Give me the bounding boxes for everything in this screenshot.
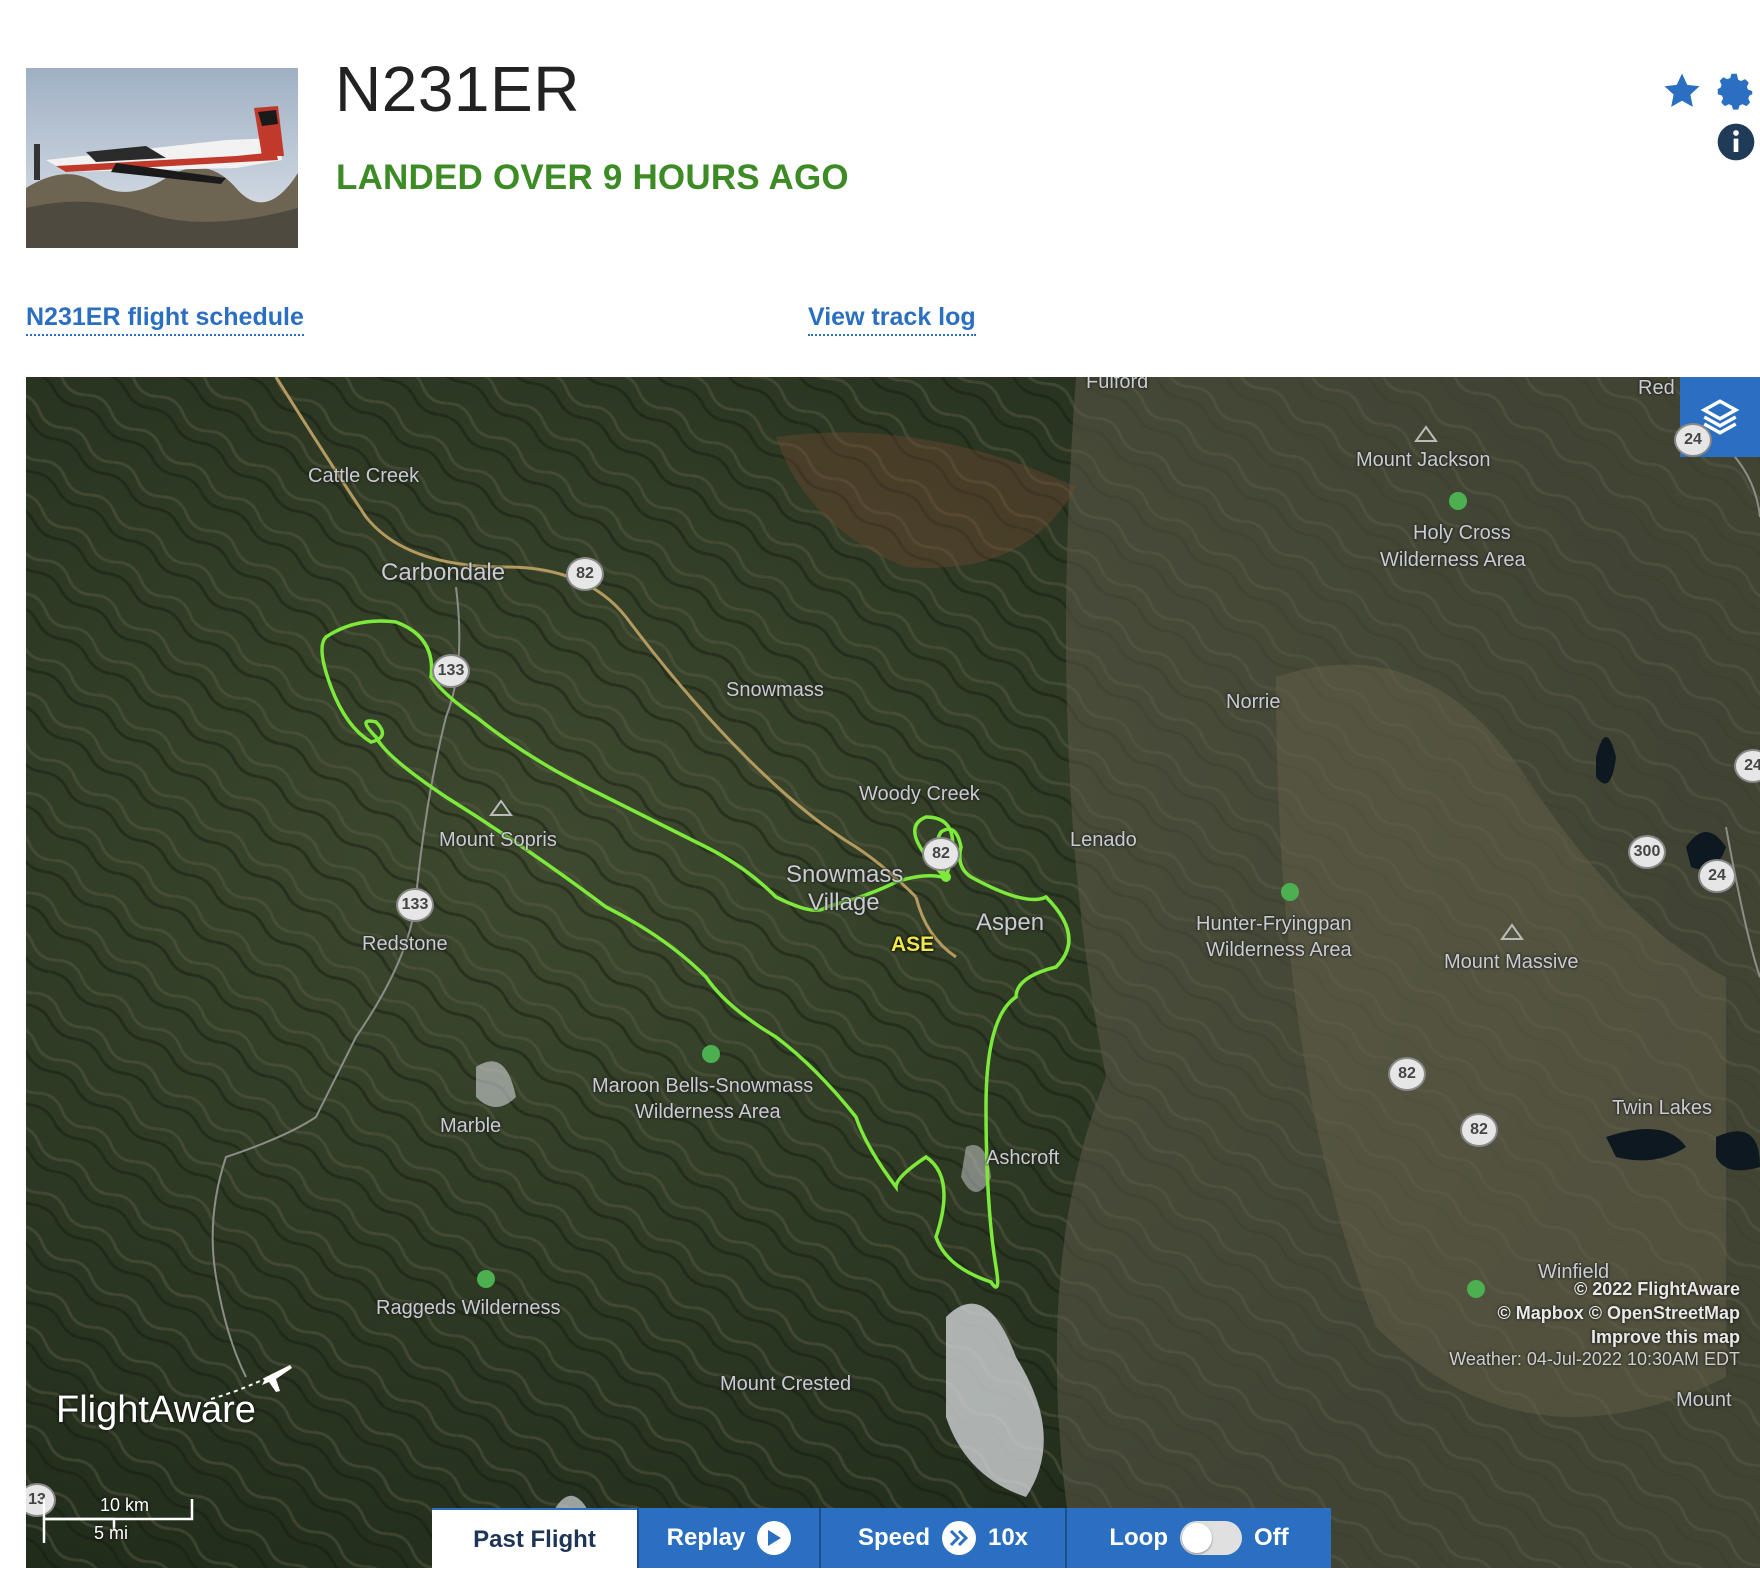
route-shield: 82 <box>1388 1057 1426 1091</box>
map-label: Cattle Creek <box>308 465 420 487</box>
track-log-link[interactable]: View track log <box>808 303 976 336</box>
past-flight-tab[interactable]: Past Flight <box>432 1508 637 1570</box>
improve-map-link[interactable]: Improve this map <box>1591 1327 1740 1348</box>
map-label: Aspen <box>976 909 1045 936</box>
map-label: Village <box>808 889 880 916</box>
map-label: Fulford <box>1086 377 1149 393</box>
play-icon <box>757 1521 792 1555</box>
map-scale: 10 km 5 mi <box>42 1485 212 1545</box>
fast-forward-icon <box>941 1521 976 1555</box>
map-label: Mount Massive <box>1444 951 1579 973</box>
flight-map[interactable]: Fulford Red Mount Jackson Holy Cross Wil… <box>26 377 1760 1568</box>
map-label: Norrie <box>1226 691 1281 713</box>
toggle-switch[interactable] <box>1179 1521 1242 1555</box>
star-icon[interactable] <box>1660 70 1704 112</box>
map-label: Mount Crested <box>720 1373 852 1395</box>
scale-km: 10 km <box>100 1495 150 1515</box>
flight-schedule-link[interactable]: N231ER flight schedule <box>26 303 304 336</box>
map-label: Twin Lakes <box>1612 1097 1713 1119</box>
map-label: Lenado <box>1070 829 1137 851</box>
speed-value: 10x <box>987 1524 1029 1551</box>
route-shield: 24 <box>1698 859 1736 893</box>
airport-marker <box>941 872 951 882</box>
route-shield: 300 <box>1628 835 1666 869</box>
map-label: Wilderness Area <box>635 1101 781 1123</box>
map-label: Woody Creek <box>859 783 980 805</box>
loop-toggle[interactable]: Loop Off <box>1065 1508 1331 1568</box>
route-shield: 82 <box>922 837 960 871</box>
info-icon[interactable] <box>1716 122 1756 162</box>
map-label: Maroon Bells-Snowmass <box>592 1075 814 1097</box>
map-label: Mount Jackson <box>1356 449 1491 471</box>
route-shield: 82 <box>1460 1113 1498 1147</box>
map-label: Snowmass <box>786 861 904 888</box>
aircraft-image <box>26 68 298 248</box>
speed-label: Speed <box>857 1524 930 1551</box>
page-title: N231ER <box>335 53 580 125</box>
header-actions <box>1650 64 1760 174</box>
flightaware-logo: FlightAware <box>56 1365 292 1432</box>
map-label: Mount Sopris <box>439 829 557 851</box>
map-label: Hunter-Fryingpan <box>1196 913 1352 935</box>
flight-status: LANDED OVER 9 HOURS AGO <box>336 158 849 197</box>
speed-button[interactable]: Speed 10x <box>819 1508 1065 1568</box>
aircraft-photo[interactable] <box>26 68 298 248</box>
map-label: Wilderness Area <box>1206 939 1352 961</box>
route-shield: 24 <box>1674 423 1712 457</box>
airport-label: ASE <box>891 933 935 956</box>
gear-icon[interactable] <box>1712 68 1758 114</box>
replay-label: Replay <box>666 1524 746 1551</box>
replay-button[interactable]: Replay <box>637 1508 819 1568</box>
map-label: Mount <box>1676 1389 1732 1411</box>
route-shield: 133 <box>396 888 434 922</box>
route-shield: 133 <box>432 654 470 688</box>
loop-value: Off <box>1253 1524 1289 1551</box>
map-label: Red <box>1638 377 1675 399</box>
map-label: Ashcroft <box>986 1147 1060 1169</box>
map-label: Holy Cross <box>1413 522 1511 544</box>
map-label: Wilderness Area <box>1380 549 1526 571</box>
map-label: Raggeds Wilderness <box>376 1297 561 1319</box>
route-shield: 82 <box>566 557 604 591</box>
playback-controls: Past Flight Replay Speed 10x Loop Off <box>432 1508 1331 1570</box>
map-attribution-link[interactable]: © Mapbox © OpenStreetMap <box>1497 1303 1740 1324</box>
map-label: Carbondale <box>381 559 506 586</box>
map-label: Redstone <box>362 933 448 955</box>
plane-icon <box>210 1365 292 1400</box>
past-flight-label: Past Flight <box>473 1526 596 1553</box>
map-label: Snowmass <box>726 679 824 701</box>
map-copyright: © 2022 FlightAware <box>1574 1279 1740 1299</box>
scale-mi: 5 mi <box>94 1523 129 1543</box>
map-label: Marble <box>440 1115 502 1137</box>
weather-timestamp: Weather: 04-Jul-2022 10:30AM EDT <box>1449 1349 1740 1369</box>
loop-label: Loop <box>1109 1524 1168 1551</box>
